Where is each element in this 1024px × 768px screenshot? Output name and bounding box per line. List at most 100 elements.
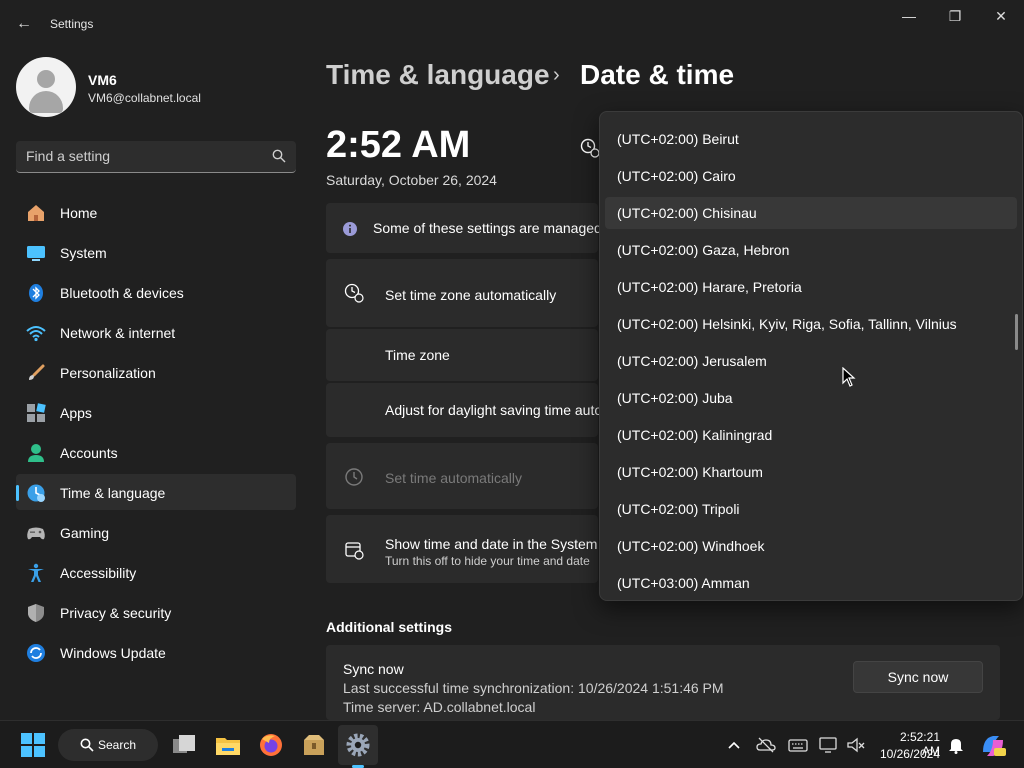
app-title: Settings (50, 17, 94, 31)
current-time: 2:52 AM (326, 124, 471, 166)
shield-icon (28, 604, 44, 622)
time-zone-option-label: (UTC+02:00) Kaliningrad (617, 427, 773, 443)
personalization-icon (29, 364, 45, 380)
clock-icon (345, 468, 363, 486)
sidebar-item-accessibility[interactable]: Accessibility (16, 554, 296, 590)
avatar-head (37, 70, 55, 88)
sidebar-item-label: Network & internet (60, 325, 176, 341)
sidebar-item-personalization[interactable]: Personalization (16, 354, 296, 390)
last-sync-text: Last successful time synchronization: 10… (343, 680, 724, 696)
set-time-zone-auto-row[interactable]: Set time zone automatically (326, 259, 598, 327)
time-zone-option-hovered[interactable]: (UTC+02:00) Chisinau (605, 197, 1017, 229)
time-zone-option[interactable]: (UTC+02:00) Helsinki, Kyiv, Riga, Sofia,… (605, 308, 1017, 340)
file-explorer-icon[interactable] (214, 731, 242, 759)
time-zone-option[interactable]: (UTC+02:00) Khartoum (605, 456, 1017, 488)
user-name: VM6 (88, 72, 117, 88)
time-zone-option[interactable]: (UTC+02:00) Juba (605, 382, 1017, 414)
time-zone-dropdown[interactable]: (UTC+02:00) Beirut (UTC+02:00) Cairo (UT… (599, 111, 1023, 601)
time-zone-option[interactable]: (UTC+02:00) Kaliningrad (605, 419, 1017, 451)
title-bar: ← Settings — ❐ ✕ (0, 0, 1024, 48)
settings-gear-icon[interactable] (344, 731, 372, 759)
time-zone-option-label: (UTC+02:00) Windhoek (617, 538, 765, 554)
sidebar-item-privacy[interactable]: Privacy & security (16, 594, 296, 630)
avatar[interactable] (16, 57, 76, 117)
time-zone-option-label: (UTC+02:00) Beirut (617, 131, 739, 147)
time-language-icon (27, 484, 45, 502)
sidebar-item-windows-update[interactable]: Windows Update (16, 634, 296, 670)
sidebar-nav: Home System Bluetooth & devices Network … (16, 194, 296, 674)
time-zone-option[interactable]: (UTC+03:00) Amman (605, 567, 1017, 599)
copilot-icon[interactable] (979, 732, 1007, 760)
sidebar-item-label: Gaming (60, 525, 110, 541)
sidebar-item-label: Accounts (60, 445, 118, 461)
system-icon (27, 246, 45, 261)
page-title: Date & time (580, 59, 735, 90)
firefox-icon[interactable] (257, 731, 285, 759)
sidebar-item-bluetooth[interactable]: Bluetooth & devices (16, 274, 296, 310)
back-button[interactable]: ← (8, 8, 40, 40)
apps-icon (27, 403, 46, 422)
notification-bell-icon[interactable] (946, 735, 966, 755)
daylight-saving-label: Adjust for daylight saving time auto (385, 402, 603, 418)
volume-muted-icon[interactable] (846, 735, 866, 755)
sidebar-item-label: Apps (60, 405, 92, 421)
daylight-saving-row[interactable]: Adjust for daylight saving time auto (326, 383, 602, 437)
taskbar: Search 2:52:21 AM 10/26/2024 (0, 720, 1024, 768)
restore-button[interactable]: ❐ (932, 0, 978, 32)
breadcrumb-parent[interactable]: Time & language (326, 59, 550, 91)
time-zone-option[interactable]: (UTC+02:00) Tripoli (605, 493, 1017, 525)
set-time-auto-row: Set time automatically (326, 443, 598, 509)
close-button[interactable]: ✕ (978, 0, 1024, 32)
network-monitor-icon[interactable] (819, 735, 839, 755)
time-zone-option-label: (UTC+02:00) Helsinki, Kyiv, Riga, Sofia,… (617, 316, 957, 332)
minimize-button[interactable]: — (886, 0, 932, 32)
start-button-icon[interactable] (19, 731, 47, 759)
time-zone-option-label: (UTC+02:00) Jerusalem (617, 353, 767, 369)
time-zone-option[interactable]: (UTC+02:00) Harare, Pretoria (605, 271, 1017, 303)
settings-search-box[interactable] (16, 141, 296, 173)
info-icon (343, 222, 357, 236)
time-zone-icon (580, 138, 600, 158)
sidebar-item-label: Accessibility (60, 565, 137, 581)
time-server-text: Time server: AD.collabnet.local (343, 699, 536, 715)
windows-update-icon (27, 644, 45, 662)
sidebar-item-time-language[interactable]: Time & language (16, 474, 296, 510)
time-zone-option[interactable]: (UTC+02:00) Windhoek (605, 530, 1017, 562)
search-input[interactable] (26, 148, 256, 164)
dropdown-scrollbar[interactable] (1015, 314, 1018, 350)
show-time-tray-sub: Turn this off to hide your time and date (385, 554, 590, 568)
task-view-icon[interactable] (170, 731, 198, 759)
sidebar-item-label: Windows Update (60, 645, 166, 661)
sidebar-item-home[interactable]: Home (16, 194, 296, 230)
time-zone-row[interactable]: Time zone (326, 329, 598, 381)
sync-now-button[interactable]: Sync now (853, 661, 983, 693)
time-zone-option[interactable]: (UTC+02:00) Cairo (605, 160, 1017, 192)
taskbar-clock-date[interactable]: 10/26/2024 (878, 747, 940, 761)
calendar-clock-icon (345, 542, 364, 560)
sidebar-item-apps[interactable]: Apps (16, 394, 296, 430)
time-zone-label: Time zone (385, 347, 450, 363)
chevron-up-icon[interactable] (724, 735, 744, 755)
sidebar-item-accounts[interactable]: Accounts (16, 434, 296, 470)
managed-notice: Some of these settings are managed (326, 203, 602, 253)
sidebar-item-label: Personalization (60, 365, 156, 381)
onedrive-offline-icon[interactable] (756, 735, 776, 755)
sync-now-card: Sync now Last successful time synchroniz… (326, 645, 1000, 720)
time-zone-option[interactable]: (UTC+02:00) Gaza, Hebron (605, 234, 1017, 266)
time-zone-option-label: (UTC+02:00) Tripoli (617, 501, 740, 517)
sidebar-item-system[interactable]: System (16, 234, 296, 270)
show-time-tray-row[interactable]: Show time and date in the System Turn th… (326, 515, 598, 583)
time-zone-option[interactable]: (UTC+02:00) Beirut (605, 123, 1017, 155)
sync-now-title: Sync now (343, 661, 404, 677)
taskbar-search[interactable]: Search (58, 729, 158, 761)
managed-notice-text: Some of these settings are managed (373, 220, 602, 236)
keyboard-icon[interactable] (788, 735, 808, 755)
sidebar-item-network[interactable]: Network & internet (16, 314, 296, 350)
time-zone-option[interactable]: (UTC+02:00) Jerusalem (605, 345, 1017, 377)
search-icon[interactable] (272, 149, 286, 163)
breadcrumb-separator: › (553, 64, 560, 86)
app-package-icon[interactable] (300, 731, 328, 759)
sidebar-item-gaming[interactable]: Gaming (16, 514, 296, 550)
time-zone-option-label: (UTC+02:00) Khartoum (617, 464, 763, 480)
close-icon: ✕ (995, 7, 1007, 24)
